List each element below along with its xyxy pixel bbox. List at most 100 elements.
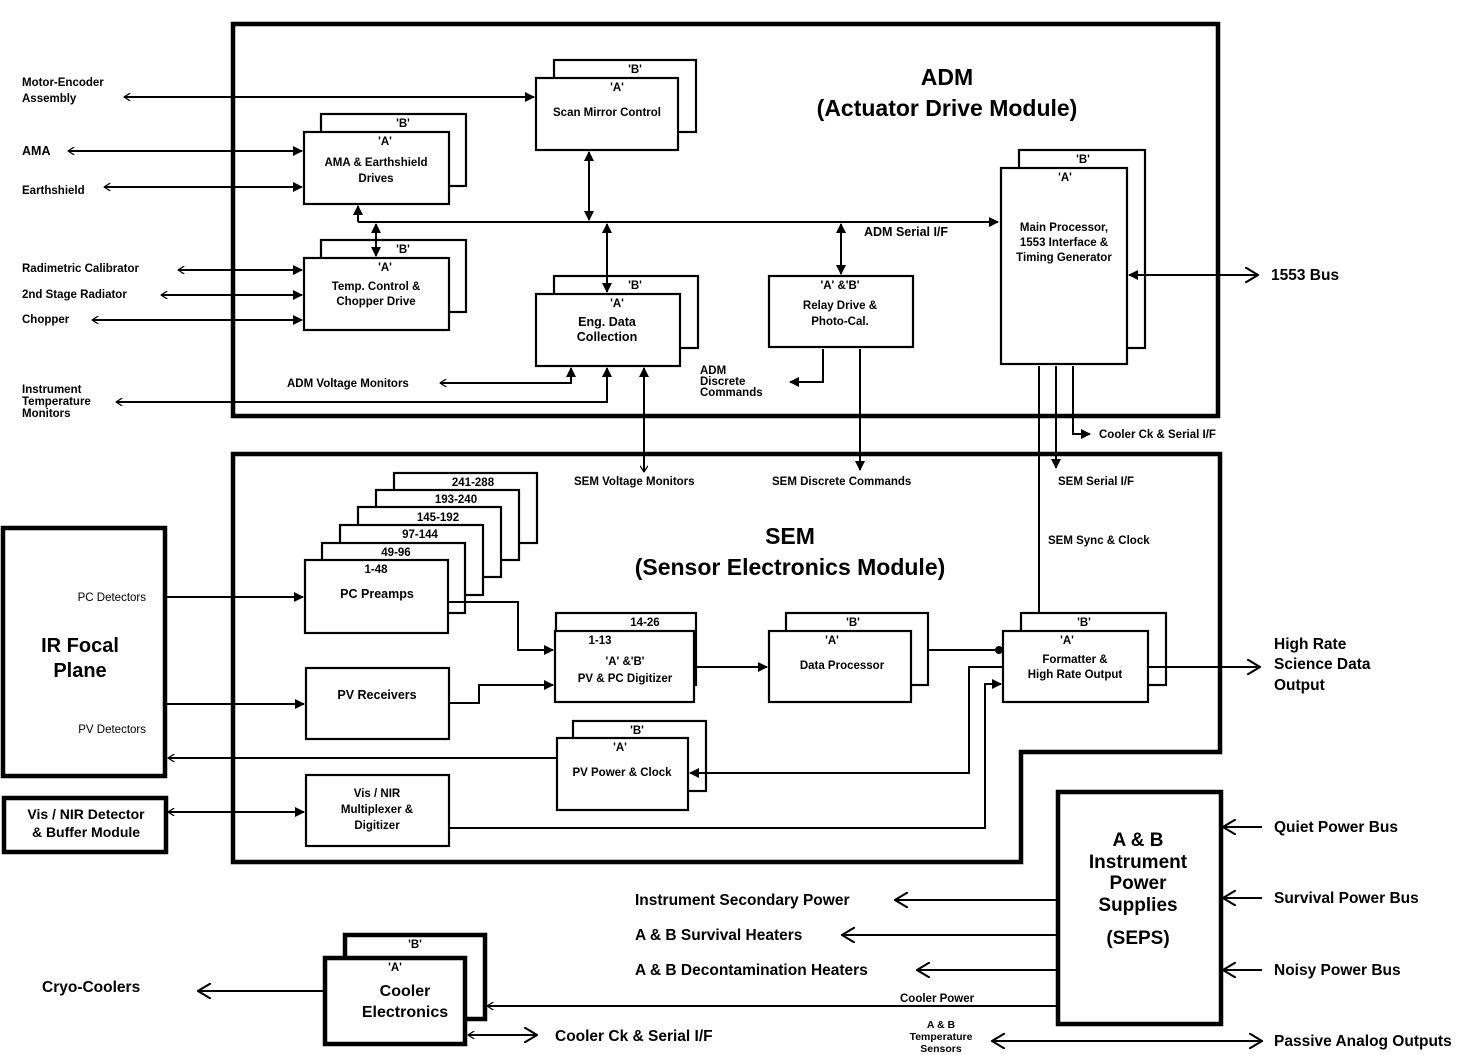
ama-label: AMA (22, 144, 50, 158)
main-processor-block[interactable]: 'B' 'A' Main Processor, 1553 Interface &… (999, 148, 1147, 366)
radimetric-calibrator-label: Radimetric Calibrator (22, 263, 139, 275)
eng-data-collection-block[interactable]: 'B' 'A' Eng. Data Collection (534, 274, 700, 368)
svg-text:193-240: 193-240 (435, 494, 477, 506)
svg-text:'A': 'A' (610, 82, 624, 94)
svg-text:IR Focal: IR Focal (41, 635, 119, 657)
vis-nir-multiplexer-block[interactable]: Vis / NIR Multiplexer & Digitizer (304, 773, 451, 848)
svg-text:'A': 'A' (1060, 635, 1074, 647)
svg-text:'B': 'B' (846, 617, 860, 629)
relay-drive-photo-cal-block[interactable]: 'A' &'B' Relay Drive & Photo-Cal. (767, 274, 915, 349)
noisy-power-bus-label: Noisy Power Bus (1274, 962, 1401, 979)
svg-text:Digitizer: Digitizer (354, 820, 400, 832)
svg-text:'B': 'B' (1076, 154, 1090, 166)
scan-mirror-control-block[interactable]: 'B' 'A' Scan Mirror Control (534, 58, 698, 152)
sem-discrete-commands-label: SEM Discrete Commands (772, 476, 911, 488)
ama-earthshield-drives-block[interactable]: 'B' 'A' AMA & Earthshield Drives (302, 112, 468, 206)
ir-focal-plane-block[interactable]: IR Focal Plane PC Detectors PV Detectors (0, 525, 168, 779)
svg-text:'A' &'B': 'A' &'B' (820, 280, 859, 292)
svg-text:PV Receivers: PV Receivers (337, 688, 416, 702)
svg-text:High Rate Output: High Rate Output (1028, 669, 1123, 681)
svg-text:1-13: 1-13 (588, 635, 611, 647)
svg-text:'B': 'B' (630, 725, 644, 737)
svg-text:'A': 'A' (388, 962, 402, 974)
svg-text:Supplies: Supplies (1098, 895, 1177, 916)
motor-encoder-label: Motor-Encoder (22, 77, 104, 89)
svg-text:Chopper Drive: Chopper Drive (336, 296, 415, 308)
sem-title: SEM (765, 523, 815, 549)
svg-text:'A': 'A' (610, 298, 624, 310)
high-rate-output-label-3: Output (1274, 677, 1325, 694)
svg-text:'B': 'B' (396, 118, 410, 130)
svg-text:Multiplexer &: Multiplexer & (341, 804, 413, 816)
instrument-secondary-power-label: Instrument Secondary Power (635, 892, 849, 909)
survival-power-bus-label: Survival Power Bus (1274, 890, 1419, 907)
sem-sync-clock-label: SEM Sync & Clock (1048, 535, 1150, 547)
pv-receivers-to-digitizer-link (449, 680, 554, 704)
svg-text:Instrument: Instrument (1089, 852, 1188, 873)
motor-encoder-label-2: Assembly (22, 93, 77, 105)
svg-text:'B': 'B' (628, 280, 642, 292)
data-processor-block[interactable]: 'B' 'A' Data Processor (767, 611, 930, 704)
cryo-coolers-label: Cryo-Coolers (42, 979, 140, 996)
sem-voltage-monitors-label: SEM Voltage Monitors (574, 476, 695, 488)
svg-text:Timing Generator: Timing Generator (1016, 252, 1112, 264)
earthshield-label: Earthshield (22, 185, 85, 197)
svg-text:PV Detectors: PV Detectors (78, 724, 146, 736)
pv-pc-digitizer-block[interactable]: 14-26 1-13 'A' &'B' PV & PC Digitizer (553, 611, 698, 704)
vis-nir-detector-block[interactable]: Vis / NIR Detector & Buffer Module (1, 795, 169, 855)
pv-power-clock-block[interactable]: 'B' 'A' PV Power & Clock (555, 719, 708, 812)
svg-text:Plane: Plane (53, 660, 106, 682)
passive-analog-outputs-label: Passive Analog Outputs (1274, 1033, 1452, 1050)
svg-text:145-192: 145-192 (417, 512, 459, 524)
svg-text:'A': 'A' (825, 635, 839, 647)
svg-text:PC Preamps: PC Preamps (340, 587, 414, 601)
decontamination-heaters-label: A & B Decontamination Heaters (635, 962, 868, 979)
svg-text:'A' &'B': 'A' &'B' (605, 656, 644, 668)
svg-text:Eng. Data: Eng. Data (578, 315, 637, 329)
pc-preamps-block[interactable]: 241-288 193-240 145-192 97-144 49-96 1-4… (303, 471, 539, 635)
cooler-power-label: Cooler Power (900, 993, 975, 1005)
svg-text:Vis / NIR Detector: Vis / NIR Detector (27, 806, 145, 822)
power-supplies-block[interactable]: A & B Instrument Power Supplies (SEPS) (1055, 789, 1224, 1027)
svg-text:Temp. Control &: Temp. Control & (332, 281, 421, 293)
adm-discrete-commands-label-3: Commands (700, 387, 763, 399)
svg-text:AMA & Earthshield: AMA & Earthshield (324, 157, 427, 169)
svg-text:Vis / NIR: Vis / NIR (354, 788, 401, 800)
svg-text:49-96: 49-96 (381, 547, 410, 559)
svg-text:'A': 'A' (1058, 172, 1072, 184)
svg-text:'B': 'B' (396, 244, 410, 256)
pv-receivers-block[interactable]: PV Receivers (304, 666, 451, 741)
instrument-block-diagram: ADM (Actuator Drive Module) 'B' 'A' Scan… (0, 21, 1452, 1055)
svg-text:Data Processor: Data Processor (800, 660, 885, 672)
svg-text:& Buffer Module: & Buffer Module (32, 824, 140, 840)
svg-text:Electronics: Electronics (362, 1004, 448, 1021)
second-stage-radiator-label: 2nd Stage Radiator (22, 289, 127, 301)
sem-subtitle: (Sensor Electronics Module) (635, 554, 946, 580)
adm-title: ADM (921, 64, 973, 90)
svg-text:'B': 'B' (1077, 617, 1091, 629)
svg-text:14-26: 14-26 (630, 617, 659, 629)
svg-text:Main Processor,: Main Processor, (1020, 222, 1108, 234)
instrument-temp-monitors-label-3: Monitors (22, 408, 71, 420)
high-rate-output-label: High Rate (1274, 636, 1347, 653)
formatter-high-rate-output-block[interactable]: 'B' 'A' Formatter & High Rate Output (1001, 611, 1168, 704)
svg-text:'B': 'B' (628, 64, 642, 76)
svg-text:'A': 'A' (378, 262, 392, 274)
vis-nir-mux-to-formatter-link (449, 679, 1002, 829)
instrument-temp-monitors-label: Instrument (22, 384, 82, 396)
svg-text:Formatter &: Formatter & (1042, 654, 1107, 666)
svg-text:'A': 'A' (613, 742, 627, 754)
svg-text:'B': 'B' (408, 939, 422, 951)
survival-heaters-label: A & B Survival Heaters (635, 927, 802, 944)
svg-text:Drives: Drives (358, 173, 393, 185)
svg-text:1553 Interface &: 1553 Interface & (1020, 237, 1108, 249)
svg-text:Collection: Collection (577, 330, 637, 344)
svg-text:PC Detectors: PC Detectors (78, 592, 147, 604)
svg-text:Relay Drive &: Relay Drive & (803, 300, 877, 312)
adm-voltage-monitors-link (440, 368, 571, 383)
temp-control-chopper-drive-block[interactable]: 'B' 'A' Temp. Control & Chopper Drive (302, 238, 468, 332)
adm-serial-label: ADM Serial I/F (864, 225, 948, 239)
cooler-electronics-block[interactable]: 'B' 'A' Cooler Electronics (322, 932, 488, 1047)
sem-serial-label: SEM Serial I/F (1058, 476, 1134, 488)
svg-text:PV & PC Digitizer: PV & PC Digitizer (578, 673, 673, 685)
